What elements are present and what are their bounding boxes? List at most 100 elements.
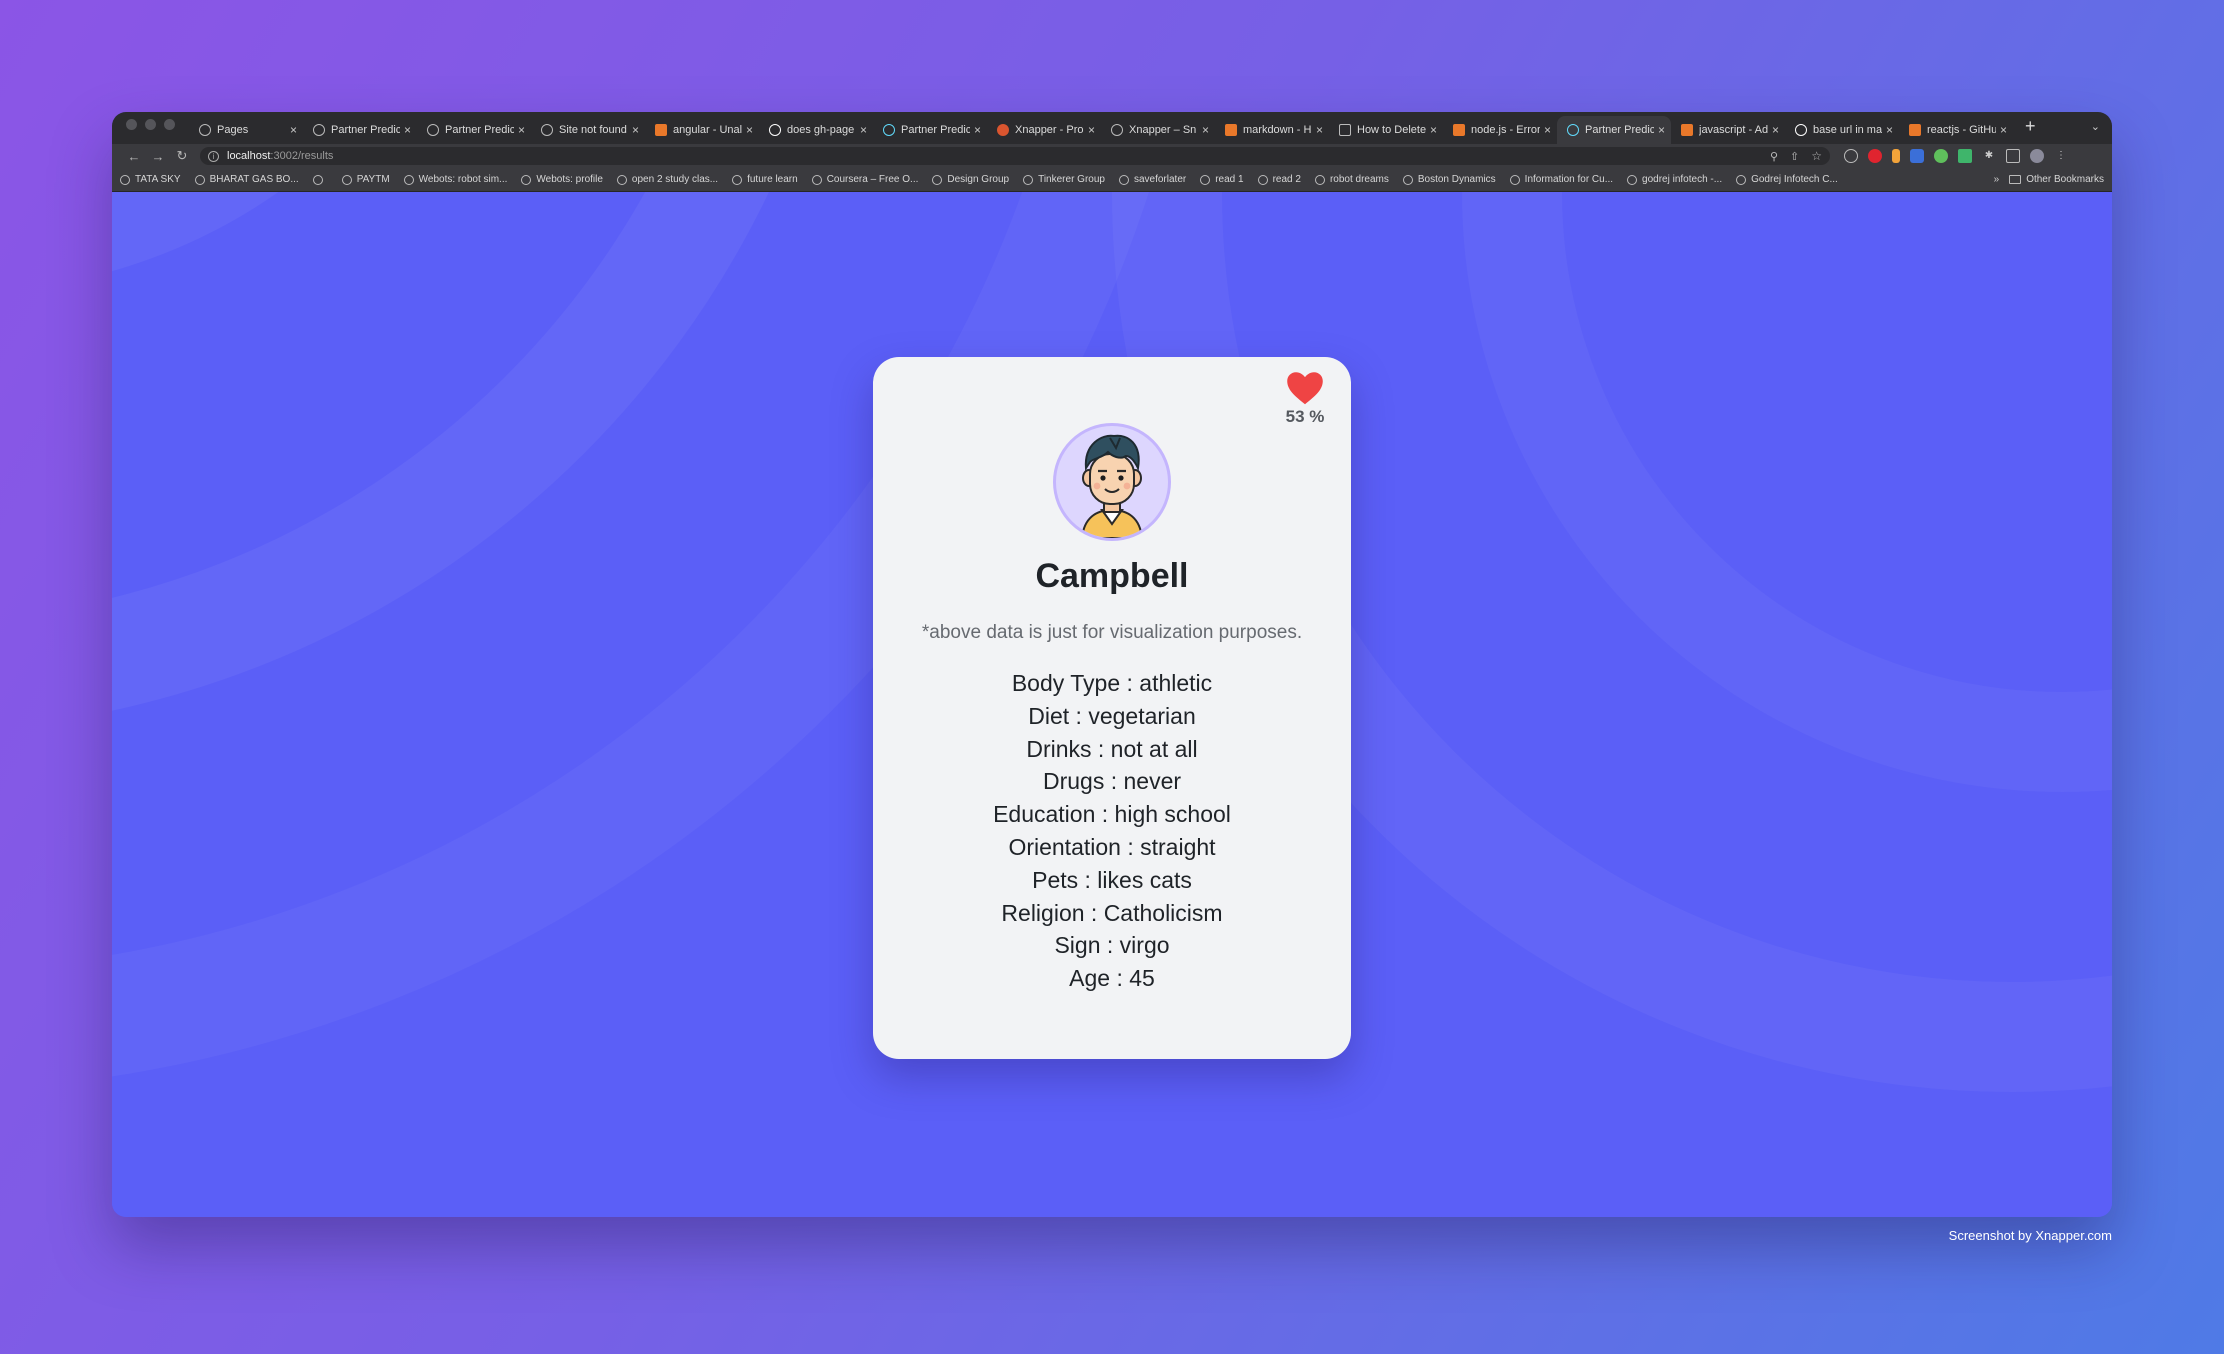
- match-score: 53 %: [1281, 371, 1329, 427]
- forward-button[interactable]: →: [146, 149, 170, 164]
- browser-tab[interactable]: angular - Unal ×: [645, 116, 759, 144]
- tab-label: angular - Unal: [673, 124, 742, 136]
- bookmark-globe-icon: [932, 174, 943, 185]
- bookmark-item[interactable]: Information for Cu...: [1509, 174, 1614, 185]
- tab-close-icon[interactable]: ×: [860, 123, 867, 137]
- extension-icon[interactable]: [1958, 149, 1972, 163]
- tab-close-icon[interactable]: ×: [1886, 123, 1893, 137]
- bookmark-item[interactable]: read 1: [1200, 174, 1244, 185]
- puzzle-extensions-icon[interactable]: ✱: [1982, 149, 1996, 163]
- bookmark-item[interactable]: saveforlater: [1118, 174, 1186, 185]
- tab-close-icon[interactable]: ×: [1088, 123, 1095, 137]
- url-path: :3002/results: [270, 150, 334, 162]
- heart-icon: [1287, 372, 1323, 405]
- tab-label: Partner Predic: [331, 124, 400, 136]
- tab-close-icon[interactable]: ×: [1202, 123, 1209, 137]
- other-bookmarks-folder[interactable]: Other Bookmarks: [2009, 174, 2104, 185]
- share-icon[interactable]: ⇧: [1790, 150, 1799, 163]
- bookmark-item[interactable]: PAYTM: [341, 174, 390, 185]
- bookmark-label: future learn: [747, 174, 798, 185]
- close-window-button[interactable]: [126, 119, 137, 130]
- tab-close-icon[interactable]: ×: [1544, 123, 1551, 137]
- tab-search-chevron-icon[interactable]: ⌄: [2091, 120, 2100, 133]
- browser-tab[interactable]: reactjs - GitHu ×: [1899, 116, 2013, 144]
- bookmark-globe-icon: [1402, 174, 1413, 185]
- more-bookmarks-button[interactable]: »: [1994, 174, 2000, 185]
- tab-close-icon[interactable]: ×: [746, 123, 753, 137]
- browser-tab[interactable]: javascript - Ad ×: [1671, 116, 1785, 144]
- bookmark-item[interactable]: [312, 174, 328, 185]
- minimize-window-button[interactable]: [145, 119, 156, 130]
- opera-extension-icon[interactable]: [1868, 149, 1882, 163]
- new-tab-button[interactable]: +: [2013, 116, 2048, 141]
- bookmark-item[interactable]: Godrej Infotech C...: [1736, 174, 1838, 185]
- browser-tab[interactable]: Partner Predic ×: [303, 116, 417, 144]
- window-controls: [112, 119, 189, 144]
- stackoverflow-icon: [1225, 124, 1237, 136]
- other-bookmarks-label: Other Bookmarks: [2026, 174, 2104, 185]
- tab-close-icon[interactable]: ×: [290, 123, 297, 137]
- tab-close-icon[interactable]: ×: [1430, 123, 1437, 137]
- extension-icon[interactable]: [1844, 149, 1858, 163]
- browser-tab[interactable]: does gh-page ×: [759, 116, 873, 144]
- bookmark-item[interactable]: godrej infotech -...: [1627, 174, 1722, 185]
- browser-tab[interactable]: base url in ma ×: [1785, 116, 1899, 144]
- bookmark-label: robot dreams: [1329, 174, 1389, 185]
- bookmark-item[interactable]: future learn: [732, 174, 798, 185]
- browser-tab[interactable]: markdown - H ×: [1215, 116, 1329, 144]
- bookmark-item[interactable]: BHARAT GAS BO...: [194, 174, 299, 185]
- bookmark-globe-icon: [1257, 174, 1268, 185]
- tab-label: markdown - H: [1243, 124, 1312, 136]
- site-info-icon[interactable]: i: [208, 150, 219, 162]
- person-avatar-icon: [1080, 434, 1144, 538]
- maximize-window-button[interactable]: [164, 119, 175, 130]
- bookmark-item[interactable]: Tinkerer Group: [1023, 174, 1105, 185]
- browser-tab[interactable]: Site not found ×: [531, 116, 645, 144]
- browser-tab[interactable]: Pages ×: [189, 116, 303, 144]
- profile-attribute: Religion : Catholicism: [1001, 899, 1223, 926]
- profile-avatar-icon[interactable]: [2030, 149, 2044, 163]
- tab-close-icon[interactable]: ×: [2000, 123, 2007, 137]
- browser-tab[interactable]: node.js - Error ×: [1443, 116, 1557, 144]
- bookmark-item[interactable]: read 2: [1257, 174, 1301, 185]
- back-button[interactable]: ←: [122, 149, 146, 164]
- browser-tab[interactable]: Xnapper – Sn ×: [1101, 116, 1215, 144]
- tab-close-icon[interactable]: ×: [518, 123, 525, 137]
- bookmark-label: Information for Cu...: [1524, 174, 1614, 185]
- bookmark-item[interactable]: Boston Dynamics: [1402, 174, 1496, 185]
- bookmark-globe-icon: [1627, 174, 1638, 185]
- tab-close-icon[interactable]: ×: [974, 123, 981, 137]
- react-icon: [883, 124, 895, 136]
- bookmark-label: open 2 study clas...: [631, 174, 719, 185]
- bookmark-item[interactable]: robot dreams: [1314, 174, 1389, 185]
- bookmark-label: Coursera – Free O...: [826, 174, 919, 185]
- side-panel-icon[interactable]: [2006, 149, 2020, 163]
- tab-close-icon[interactable]: ×: [1658, 123, 1665, 137]
- color-extension-icon[interactable]: [1934, 149, 1948, 163]
- tab-close-icon[interactable]: ×: [404, 123, 411, 137]
- menu-kebab-icon[interactable]: ⋮: [2054, 149, 2068, 163]
- browser-tab[interactable]: How to Delete ×: [1329, 116, 1443, 144]
- browser-tab[interactable]: Partner Predic ×: [417, 116, 531, 144]
- zoom-icon[interactable]: ⚲: [1770, 150, 1778, 163]
- tab-close-icon[interactable]: ×: [632, 123, 639, 137]
- producthunt-icon: [997, 124, 1009, 136]
- bookmark-item[interactable]: Webots: profile: [521, 174, 603, 185]
- tab-close-icon[interactable]: ×: [1316, 123, 1323, 137]
- browser-tab[interactable]: Partner Predic ×: [873, 116, 987, 144]
- bookmark-star-icon[interactable]: ☆: [1811, 149, 1822, 163]
- address-bar[interactable]: i localhost:3002/results ⚲ ⇧ ☆: [200, 147, 1830, 165]
- shield-extension-icon[interactable]: [1910, 149, 1924, 163]
- browser-tab[interactable]: Xnapper - Pro ×: [987, 116, 1101, 144]
- extension-icon[interactable]: [1892, 149, 1900, 163]
- reload-button[interactable]: ↻: [170, 148, 194, 164]
- bookmark-item[interactable]: TATA SKY: [120, 174, 181, 185]
- folder-icon: [2009, 175, 2022, 184]
- bookmark-item[interactable]: Design Group: [932, 174, 1009, 185]
- bookmark-item[interactable]: open 2 study clas...: [616, 174, 719, 185]
- browser-tab[interactable]: Partner Predic ×: [1557, 116, 1671, 144]
- bookmark-item[interactable]: Coursera – Free O...: [811, 174, 919, 185]
- stackoverflow-icon: [655, 124, 667, 136]
- bookmark-item[interactable]: Webots: robot sim...: [403, 174, 507, 185]
- tab-close-icon[interactable]: ×: [1772, 123, 1779, 137]
